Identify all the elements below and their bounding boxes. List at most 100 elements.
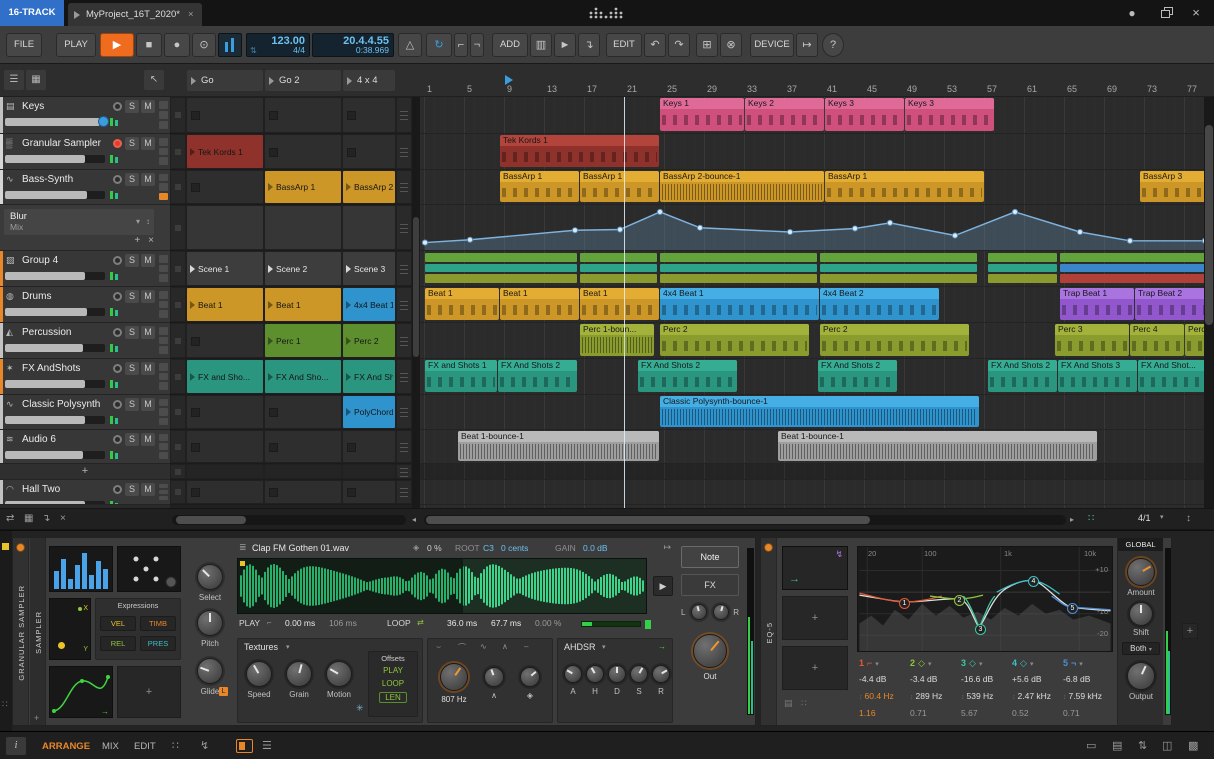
empty-clip-slot[interactable] [187,481,263,503]
project-tab-close-icon[interactable]: × [188,9,194,20]
add-device-slot[interactable]: + [1182,623,1198,639]
offset-len-button[interactable]: LEN [379,692,407,703]
clip-stop-button[interactable] [171,324,185,357]
env-d-knob[interactable] [608,665,626,683]
arranger-clip[interactable]: BassArp 1 [500,171,579,202]
add-lane-icon[interactable]: + [134,235,140,246]
mute-button[interactable]: M [141,254,155,267]
filter-freq-knob[interactable] [440,663,468,691]
env-mod-arrow-icon[interactable]: → [658,642,666,651]
launcher-clip[interactable]: Tek Kords 1 [187,135,263,168]
launcher-clip[interactable]: Perc 1 [265,324,341,357]
eq-band-gain[interactable]: -3.4 dB [910,674,961,691]
empty-clip-slot[interactable] [187,396,263,428]
group-clip-summary[interactable] [425,253,577,284]
empty-clip-slot[interactable] [265,396,341,428]
launcher-panel-toggle[interactable] [236,739,253,753]
record-arm-button[interactable] [113,292,122,301]
track-row[interactable]: ≋ Audio 6 SM [0,430,170,464]
record-arm-button[interactable] [113,256,122,265]
loop-crossfade-value[interactable]: 0.00 % [535,618,561,628]
volume-slider[interactable] [5,191,105,199]
glide-knob[interactable] [197,658,223,684]
scene-header[interactable]: 4 x 4 [343,70,395,91]
arranger-track-lane[interactable]: Perc 1-boun... Perc 2 Perc 2 Perc 3 Perc 4 Pe… [420,323,1204,359]
env-r-knob[interactable] [652,665,670,683]
track-options[interactable] [159,291,168,319]
eq-band-handle[interactable]: 3 [975,624,986,635]
follow-toggle-icon[interactable]: ⇄ [6,513,14,524]
group-clip-summary[interactable] [820,253,977,284]
lane-options-icon[interactable] [397,206,411,249]
scroll-thumb[interactable] [1205,125,1213,325]
detail-panel-icon[interactable]: ▩ [1188,739,1198,752]
edit-menu-button[interactable]: EDIT [606,33,642,57]
dual-panel-icon[interactable]: ∷ [172,739,179,752]
filter-freq-value[interactable]: 807 Hz [432,695,476,704]
arranger-clip[interactable]: FX And Shots 2 [498,360,577,392]
eq-band-q[interactable]: 0.71 [1063,708,1114,725]
launcher-clip[interactable]: FX And Sh... [343,360,395,393]
select-knob[interactable] [197,564,223,590]
mute-button[interactable]: M [141,398,155,411]
eq-band-q[interactable]: 5.67 [961,708,1012,725]
textures-title[interactable]: Textures [244,642,278,652]
delete-button[interactable]: ⊗ [720,33,742,57]
expression-button-timb[interactable]: TIMB [140,616,176,631]
play-menu-button[interactable]: PLAY [56,33,96,57]
arranger-track-lane[interactable]: Keys 1 Keys 2 Keys 3 Keys 3 [420,97,1204,134]
device-menu-button[interactable]: DEVICE [750,33,794,57]
expression-button-pres[interactable]: PRES [140,636,176,651]
group-clip-summary[interactable] [660,253,817,284]
eq-band-header[interactable]: 5 ¬ ▾ [1063,658,1114,674]
env-shape-icon[interactable]: ⌣ [436,642,441,652]
mode-select[interactable]: Both ▾ [1122,642,1160,655]
lane-options-icon[interactable] [397,360,411,393]
out-knob[interactable] [693,634,727,668]
mute-button[interactable]: M [141,362,155,375]
overdub-button[interactable]: ⊙ [192,33,216,57]
sample-preview-button[interactable]: ▶ [653,576,673,596]
clip-stop-button[interactable] [171,98,185,132]
mute-button[interactable]: M [141,326,155,339]
volume-slider[interactable] [5,416,105,424]
track-name[interactable]: Audio 6 [22,434,106,445]
expression-button-rel[interactable]: REL [100,636,136,651]
scroll-left-icon[interactable]: ◂ [412,515,416,524]
add-layer-icon[interactable]: + [34,713,39,723]
sample-file-name[interactable]: Clap FM Gothen 01.wav [252,543,349,553]
grid-resolution-caret-icon[interactable]: ▾ [1160,513,1164,521]
clip-stop-button[interactable] [171,431,185,462]
env-shape-icon[interactable]: ∧ [502,642,508,651]
steps-modulator[interactable] [49,546,113,592]
record-arm-button[interactable] [113,102,122,111]
launcher-clip[interactable]: 4x4 Beat 1 [343,288,395,321]
clip-stop-button[interactable] [171,465,185,478]
solo-button[interactable]: S [125,254,139,267]
clear-icon[interactable]: × [60,513,66,524]
mix-knob[interactable] [520,667,540,687]
arranger-clip[interactable]: Trap Beat 2 [1135,288,1204,320]
arranger-clip[interactable]: BassArp 1 [825,171,984,202]
lane-options-icon[interactable] [397,98,411,132]
loop-start-value[interactable]: 36.0 ms [447,618,477,628]
launcher-clip[interactable]: Perc 2 [343,324,395,357]
punch-in-button[interactable]: ⌐ [454,33,468,57]
arranger-track-lane[interactable] [420,464,1204,480]
root-note-value[interactable]: C3 [483,543,494,553]
scene-header[interactable]: Go 2 [265,70,341,91]
mod-route-arrow-icon[interactable]: → [101,707,109,716]
track-row[interactable]: ✶ FX AndShots S M [0,359,170,395]
track-name[interactable]: Classic Polysynth [22,399,106,410]
arranger-track-lane[interactable]: Beat 1 Beat 1 Beat 1 4x4 Beat 1 4x4 Beat 2 Tr… [420,287,1204,323]
mapping-panel-icon[interactable]: ◫ [1162,739,1172,752]
autoscroll-icon[interactable]: ↴ [42,513,50,524]
arranger-clip[interactable]: Perc 3 [1055,324,1129,356]
display-profile-icon[interactable]: ▭ [1086,739,1096,752]
eq-band-gain[interactable]: -4.4 dB [859,674,910,691]
mute-button[interactable]: M [141,100,155,113]
shape-knob[interactable] [484,667,504,687]
add-track-button[interactable]: + [0,464,170,479]
track-options[interactable] [159,174,168,200]
time-signature[interactable]: 4/4 [293,45,305,55]
